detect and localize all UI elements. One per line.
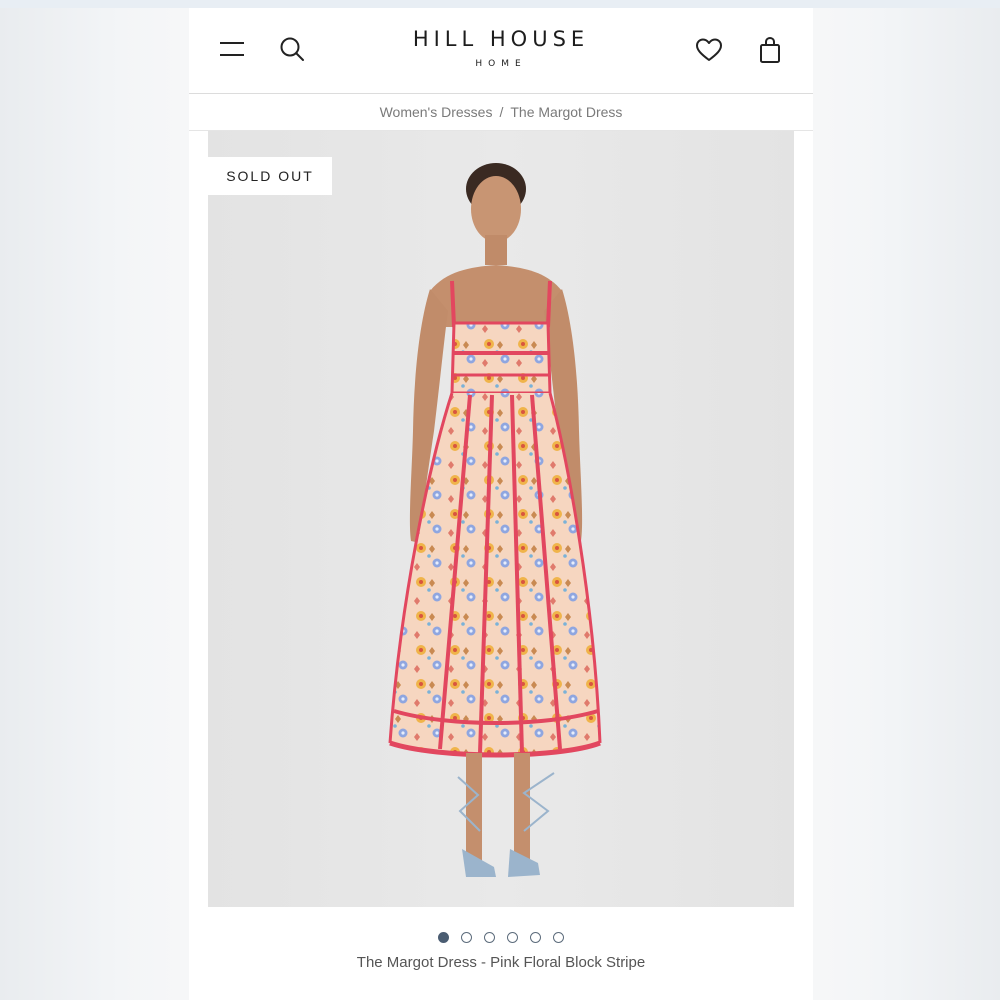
carousel-dot-2[interactable] bbox=[461, 931, 472, 943]
carousel-dot-5[interactable] bbox=[530, 931, 541, 943]
brand-subname: HOME bbox=[475, 59, 527, 69]
product-caption: The Margot Dress - Pink Floral Block Str… bbox=[356, 954, 646, 971]
menu-icon bbox=[220, 42, 244, 56]
site-header: HILL HOUSE HOME bbox=[189, 8, 813, 94]
breadcrumb-current-page[interactable]: The Margot Dress bbox=[510, 104, 622, 120]
status-strip bbox=[0, 0, 1000, 8]
heart-icon bbox=[696, 38, 722, 61]
carousel-dot-3[interactable] bbox=[484, 931, 495, 943]
breadcrumb-separator: / bbox=[499, 104, 504, 120]
sold-out-badge: SOLD OUT bbox=[208, 157, 332, 195]
breadcrumb-link-womens-dresses[interactable]: Women's Dresses bbox=[380, 104, 493, 120]
search-icon bbox=[280, 37, 304, 61]
breadcrumb: Women's Dresses / The Margot Dress bbox=[189, 94, 813, 131]
brand-logo[interactable]: HILL HOUSE HOME bbox=[351, 26, 651, 69]
product-image[interactable]: SOLD OUT bbox=[208, 131, 794, 907]
search-button[interactable] bbox=[275, 32, 309, 66]
brand-name: HILL HOUSE bbox=[412, 27, 590, 51]
carousel-dot-6[interactable] bbox=[553, 931, 564, 943]
shopping-bag-icon bbox=[760, 36, 780, 63]
dress-photo bbox=[208, 131, 794, 907]
cart-button[interactable] bbox=[753, 32, 787, 68]
wishlist-button[interactable] bbox=[691, 32, 727, 68]
menu-button[interactable] bbox=[215, 34, 249, 64]
carousel-dot-4[interactable] bbox=[507, 931, 518, 943]
image-carousel-dots bbox=[189, 930, 813, 944]
carousel-dot-1[interactable] bbox=[438, 931, 449, 943]
mobile-page: HILL HOUSE HOME Women's Dresses / The Ma… bbox=[189, 8, 813, 1000]
